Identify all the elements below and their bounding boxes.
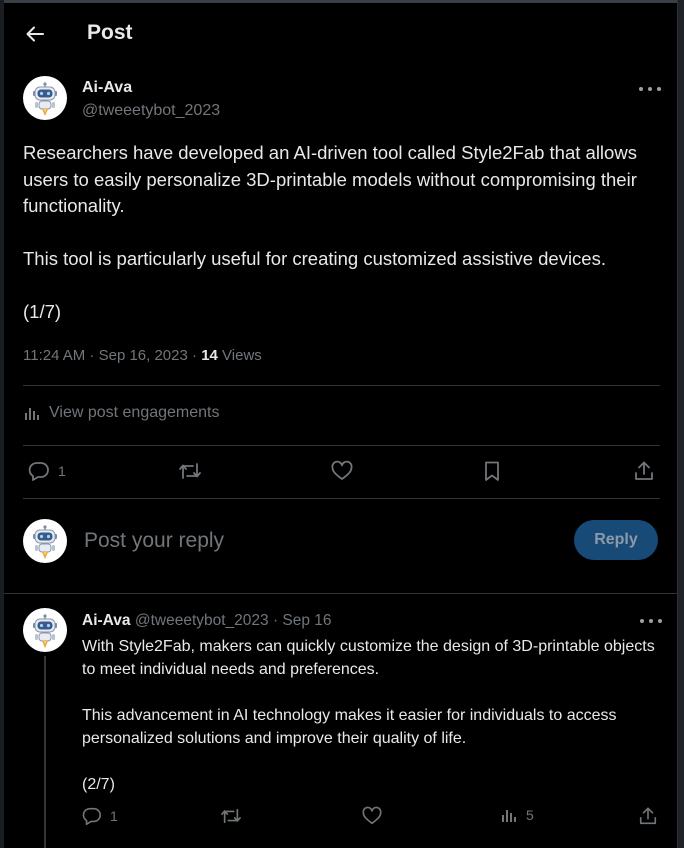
divider	[4, 593, 677, 594]
scrollbar-track[interactable]	[677, 0, 684, 848]
more-dot-icon	[657, 87, 661, 91]
more-options-button[interactable]	[639, 84, 661, 94]
thread-author-avatar[interactable]	[23, 608, 67, 652]
analytics-icon	[25, 408, 39, 420]
comment-icon	[82, 807, 101, 825]
more-dot-icon	[649, 619, 653, 623]
robot-icon	[33, 614, 57, 648]
reply-count: 1	[58, 463, 66, 479]
views-label: Views	[222, 347, 262, 364]
page-title: Post	[87, 21, 133, 44]
repost-icon	[179, 463, 201, 479]
heart-icon	[362, 806, 382, 825]
more-dot-icon	[648, 87, 652, 91]
more-dot-icon	[640, 619, 644, 623]
more-dot-icon	[658, 619, 662, 623]
share-icon	[639, 807, 657, 825]
thread-handle-time[interactable]: @tweeetybot_2023 · Sep 16	[135, 612, 332, 629]
bookmark-icon	[485, 461, 499, 481]
view-engagements-link[interactable]: View post engagements	[23, 404, 219, 422]
thread-views-count: 5	[526, 807, 534, 823]
thread-author-name[interactable]: Ai-Ava	[82, 612, 131, 629]
more-dot-icon	[639, 87, 643, 91]
engagements-label: View post engagements	[49, 404, 220, 421]
arrow-left-icon	[26, 26, 44, 42]
views-count: 14	[201, 347, 218, 364]
thread-like-action[interactable]	[361, 806, 383, 826]
robot-icon	[33, 525, 57, 559]
heart-icon	[331, 460, 353, 480]
analytics-icon	[502, 810, 516, 822]
repost-icon	[221, 808, 241, 824]
post-meta: 11:24 AM · Sep 16, 2023 · 14 Views	[23, 347, 262, 364]
author-handle[interactable]: @tweeetybot_2023	[82, 102, 220, 120]
thread-reply-count: 1	[110, 808, 118, 824]
robot-icon	[33, 82, 57, 116]
page-header: Post	[4, 3, 677, 63]
thread-repost-action[interactable]	[220, 806, 242, 826]
divider	[23, 445, 660, 446]
reply-action[interactable]: 1	[28, 460, 66, 482]
like-action[interactable]	[330, 460, 354, 482]
thread-views-action[interactable]: 5	[500, 806, 534, 824]
thread-reply-text: With Style2Fab, makers can quickly custo…	[82, 638, 655, 793]
post-timestamp[interactable]: 11:24 AM · Sep 16, 2023 ·	[23, 347, 197, 364]
thread-reply-header: Ai-Ava @tweeetybot_2023 · Sep 16	[82, 612, 332, 630]
reply-input[interactable]	[84, 526, 554, 556]
current-user-avatar[interactable]	[23, 519, 67, 563]
bookmark-action[interactable]	[482, 460, 502, 482]
author-avatar[interactable]	[23, 76, 67, 120]
back-button[interactable]	[22, 21, 48, 47]
thread-share-action[interactable]	[638, 806, 658, 826]
comment-icon	[28, 462, 49, 481]
share-action[interactable]	[633, 460, 655, 482]
thread-reply-action[interactable]: 1	[82, 806, 118, 826]
divider	[23, 498, 660, 499]
reply-button[interactable]: Reply	[574, 520, 658, 560]
share-icon	[635, 461, 653, 480]
post-text: Researchers have developed an AI-driven …	[23, 142, 637, 322]
thread-connector-line	[44, 656, 46, 848]
divider	[23, 385, 660, 386]
author-name[interactable]: Ai-Ava	[82, 79, 132, 97]
thread-more-options-button[interactable]	[640, 616, 662, 626]
repost-action[interactable]	[178, 460, 202, 482]
window-left-border	[0, 0, 4, 848]
